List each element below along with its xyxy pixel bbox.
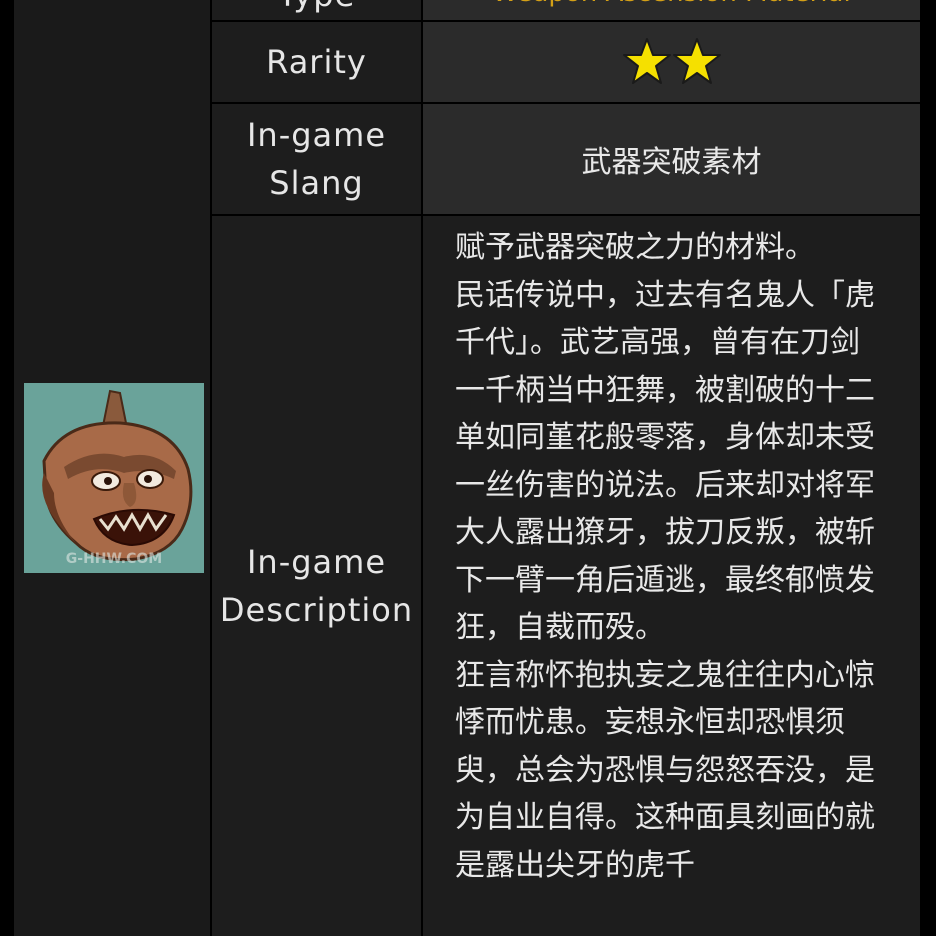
rarity-stars [622, 37, 722, 87]
item-info-table: G-HHW.COM Type Weapon Ascension Material… [0, 0, 936, 936]
rarity-value [423, 22, 920, 102]
description-label: In-game Description [212, 216, 421, 936]
type-value: Weapon Ascension Material [423, 0, 920, 20]
slang-label: In-game Slang [212, 104, 421, 214]
oni-mask-icon: G-HHW.COM [24, 383, 204, 573]
rarity-label: Rarity [212, 22, 421, 102]
svg-text:G-HHW.COM: G-HHW.COM [66, 551, 162, 567]
item-image: G-HHW.COM [24, 383, 204, 573]
type-label: Type [212, 0, 421, 20]
description-text: 赋予武器突破之力的材料。 民话传说中，过去有名鬼人「虎千代」。武艺高强，曾有在刀… [455, 230, 875, 883]
star-icon [672, 38, 721, 84]
star-icon [622, 38, 671, 84]
slang-value: 武器突破素材 [423, 104, 920, 214]
description-value: 赋予武器突破之力的材料。 民话传说中，过去有名鬼人「虎千代」。武艺高强，曾有在刀… [423, 216, 920, 936]
